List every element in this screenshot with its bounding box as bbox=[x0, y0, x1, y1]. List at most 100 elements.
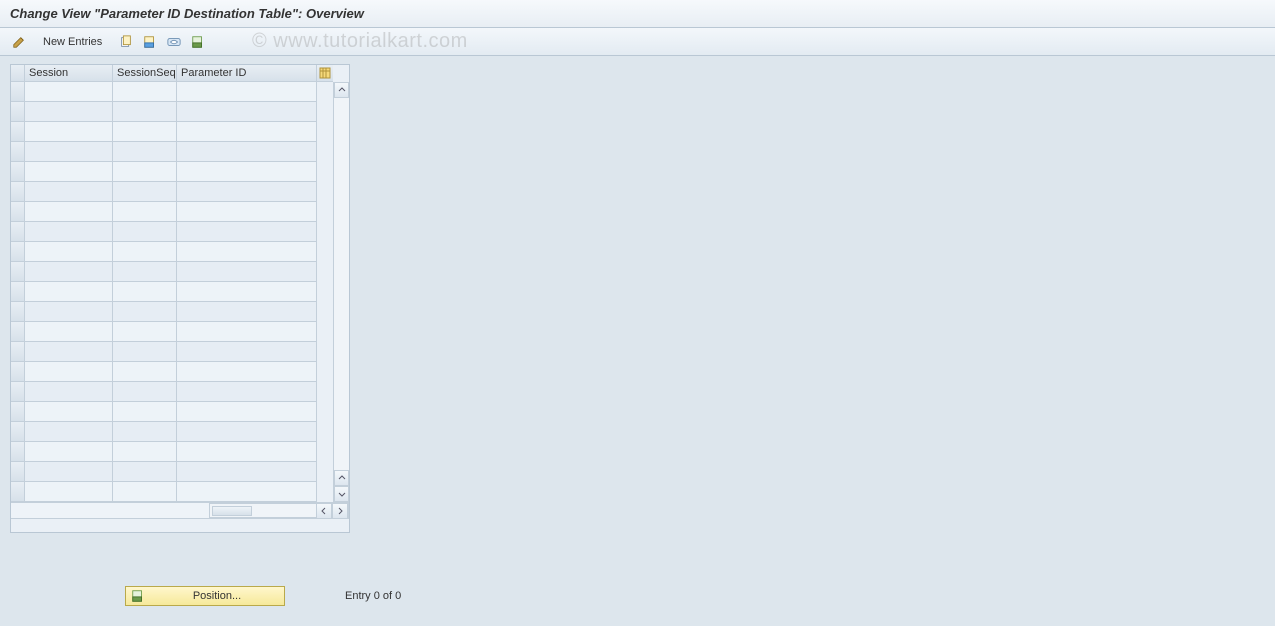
cell-parameter-id[interactable] bbox=[177, 402, 317, 422]
cell-session-seq[interactable] bbox=[113, 362, 177, 382]
table-row[interactable] bbox=[11, 262, 333, 282]
row-selector[interactable] bbox=[11, 362, 25, 382]
row-selector[interactable] bbox=[11, 82, 25, 102]
configure-columns-button[interactable] bbox=[317, 65, 333, 82]
row-selector[interactable] bbox=[11, 222, 25, 242]
scroll-right-button[interactable] bbox=[332, 504, 348, 518]
table-row[interactable] bbox=[11, 302, 333, 322]
cell-session-seq[interactable] bbox=[113, 182, 177, 202]
cell-parameter-id[interactable] bbox=[177, 462, 317, 482]
select-all-icon[interactable] bbox=[165, 33, 183, 51]
cell-session[interactable] bbox=[25, 382, 113, 402]
scroll-track-vertical[interactable] bbox=[334, 98, 349, 470]
delete-icon[interactable] bbox=[141, 33, 159, 51]
cell-session-seq[interactable] bbox=[113, 482, 177, 502]
scroll-down-near-button[interactable] bbox=[334, 470, 349, 486]
row-selector[interactable] bbox=[11, 142, 25, 162]
cell-parameter-id[interactable] bbox=[177, 342, 317, 362]
row-selector[interactable] bbox=[11, 182, 25, 202]
deselect-all-icon[interactable] bbox=[189, 33, 207, 51]
cell-session[interactable] bbox=[25, 482, 113, 502]
row-selector[interactable] bbox=[11, 202, 25, 222]
cell-session-seq[interactable] bbox=[113, 302, 177, 322]
cell-session[interactable] bbox=[25, 162, 113, 182]
cell-session[interactable] bbox=[25, 322, 113, 342]
row-selector[interactable] bbox=[11, 402, 25, 422]
cell-session[interactable] bbox=[25, 182, 113, 202]
cell-parameter-id[interactable] bbox=[177, 182, 317, 202]
cell-session-seq[interactable] bbox=[113, 462, 177, 482]
table-row[interactable] bbox=[11, 102, 333, 122]
cell-parameter-id[interactable] bbox=[177, 322, 317, 342]
cell-session-seq[interactable] bbox=[113, 102, 177, 122]
table-row[interactable] bbox=[11, 182, 333, 202]
cell-session[interactable] bbox=[25, 102, 113, 122]
table-row[interactable] bbox=[11, 222, 333, 242]
cell-session[interactable] bbox=[25, 282, 113, 302]
cell-session[interactable] bbox=[25, 402, 113, 422]
cell-session[interactable] bbox=[25, 82, 113, 102]
row-selector[interactable] bbox=[11, 302, 25, 322]
cell-parameter-id[interactable] bbox=[177, 382, 317, 402]
cell-session-seq[interactable] bbox=[113, 82, 177, 102]
column-header-session-seq[interactable]: SessionSeq bbox=[113, 65, 177, 82]
cell-session-seq[interactable] bbox=[113, 242, 177, 262]
table-row[interactable] bbox=[11, 202, 333, 222]
table-row[interactable] bbox=[11, 442, 333, 462]
cell-session[interactable] bbox=[25, 422, 113, 442]
cell-parameter-id[interactable] bbox=[177, 122, 317, 142]
cell-session[interactable] bbox=[25, 442, 113, 462]
cell-parameter-id[interactable] bbox=[177, 82, 317, 102]
scroll-down-button[interactable] bbox=[334, 486, 349, 502]
table-row[interactable] bbox=[11, 122, 333, 142]
row-selector[interactable] bbox=[11, 242, 25, 262]
cell-session-seq[interactable] bbox=[113, 402, 177, 422]
cell-parameter-id[interactable] bbox=[177, 422, 317, 442]
cell-session-seq[interactable] bbox=[113, 422, 177, 442]
table-row[interactable] bbox=[11, 422, 333, 442]
cell-session-seq[interactable] bbox=[113, 162, 177, 182]
cell-session-seq[interactable] bbox=[113, 262, 177, 282]
cell-parameter-id[interactable] bbox=[177, 282, 317, 302]
cell-session-seq[interactable] bbox=[113, 342, 177, 362]
table-row[interactable] bbox=[11, 482, 333, 502]
cell-session[interactable] bbox=[25, 222, 113, 242]
cell-session-seq[interactable] bbox=[113, 322, 177, 342]
cell-session-seq[interactable] bbox=[113, 282, 177, 302]
position-button[interactable]: Position... bbox=[125, 586, 285, 606]
cell-session[interactable] bbox=[25, 242, 113, 262]
table-row[interactable] bbox=[11, 82, 333, 102]
row-selector[interactable] bbox=[11, 482, 25, 502]
column-header-parameter-id[interactable]: Parameter ID bbox=[177, 65, 317, 82]
scroll-left-button[interactable] bbox=[316, 504, 332, 518]
cell-session[interactable] bbox=[25, 202, 113, 222]
row-selector[interactable] bbox=[11, 382, 25, 402]
row-selector[interactable] bbox=[11, 262, 25, 282]
scroll-up-button[interactable] bbox=[334, 82, 349, 98]
cell-session-seq[interactable] bbox=[113, 142, 177, 162]
row-selector[interactable] bbox=[11, 442, 25, 462]
cell-session[interactable] bbox=[25, 262, 113, 282]
cell-session[interactable] bbox=[25, 362, 113, 382]
table-row[interactable] bbox=[11, 342, 333, 362]
cell-session-seq[interactable] bbox=[113, 122, 177, 142]
table-row[interactable] bbox=[11, 462, 333, 482]
cell-parameter-id[interactable] bbox=[177, 202, 317, 222]
cell-session[interactable] bbox=[25, 342, 113, 362]
table-row[interactable] bbox=[11, 362, 333, 382]
cell-parameter-id[interactable] bbox=[177, 222, 317, 242]
row-selector[interactable] bbox=[11, 102, 25, 122]
table-row[interactable] bbox=[11, 142, 333, 162]
row-selector-header[interactable] bbox=[11, 65, 25, 82]
cell-session[interactable] bbox=[25, 122, 113, 142]
cell-parameter-id[interactable] bbox=[177, 142, 317, 162]
row-selector[interactable] bbox=[11, 282, 25, 302]
column-header-session[interactable]: Session bbox=[25, 65, 113, 82]
cell-parameter-id[interactable] bbox=[177, 442, 317, 462]
cell-parameter-id[interactable] bbox=[177, 362, 317, 382]
row-selector[interactable] bbox=[11, 162, 25, 182]
cell-session[interactable] bbox=[25, 142, 113, 162]
copy-as-icon[interactable] bbox=[117, 33, 135, 51]
cell-parameter-id[interactable] bbox=[177, 262, 317, 282]
vertical-scrollbar[interactable] bbox=[333, 82, 349, 502]
